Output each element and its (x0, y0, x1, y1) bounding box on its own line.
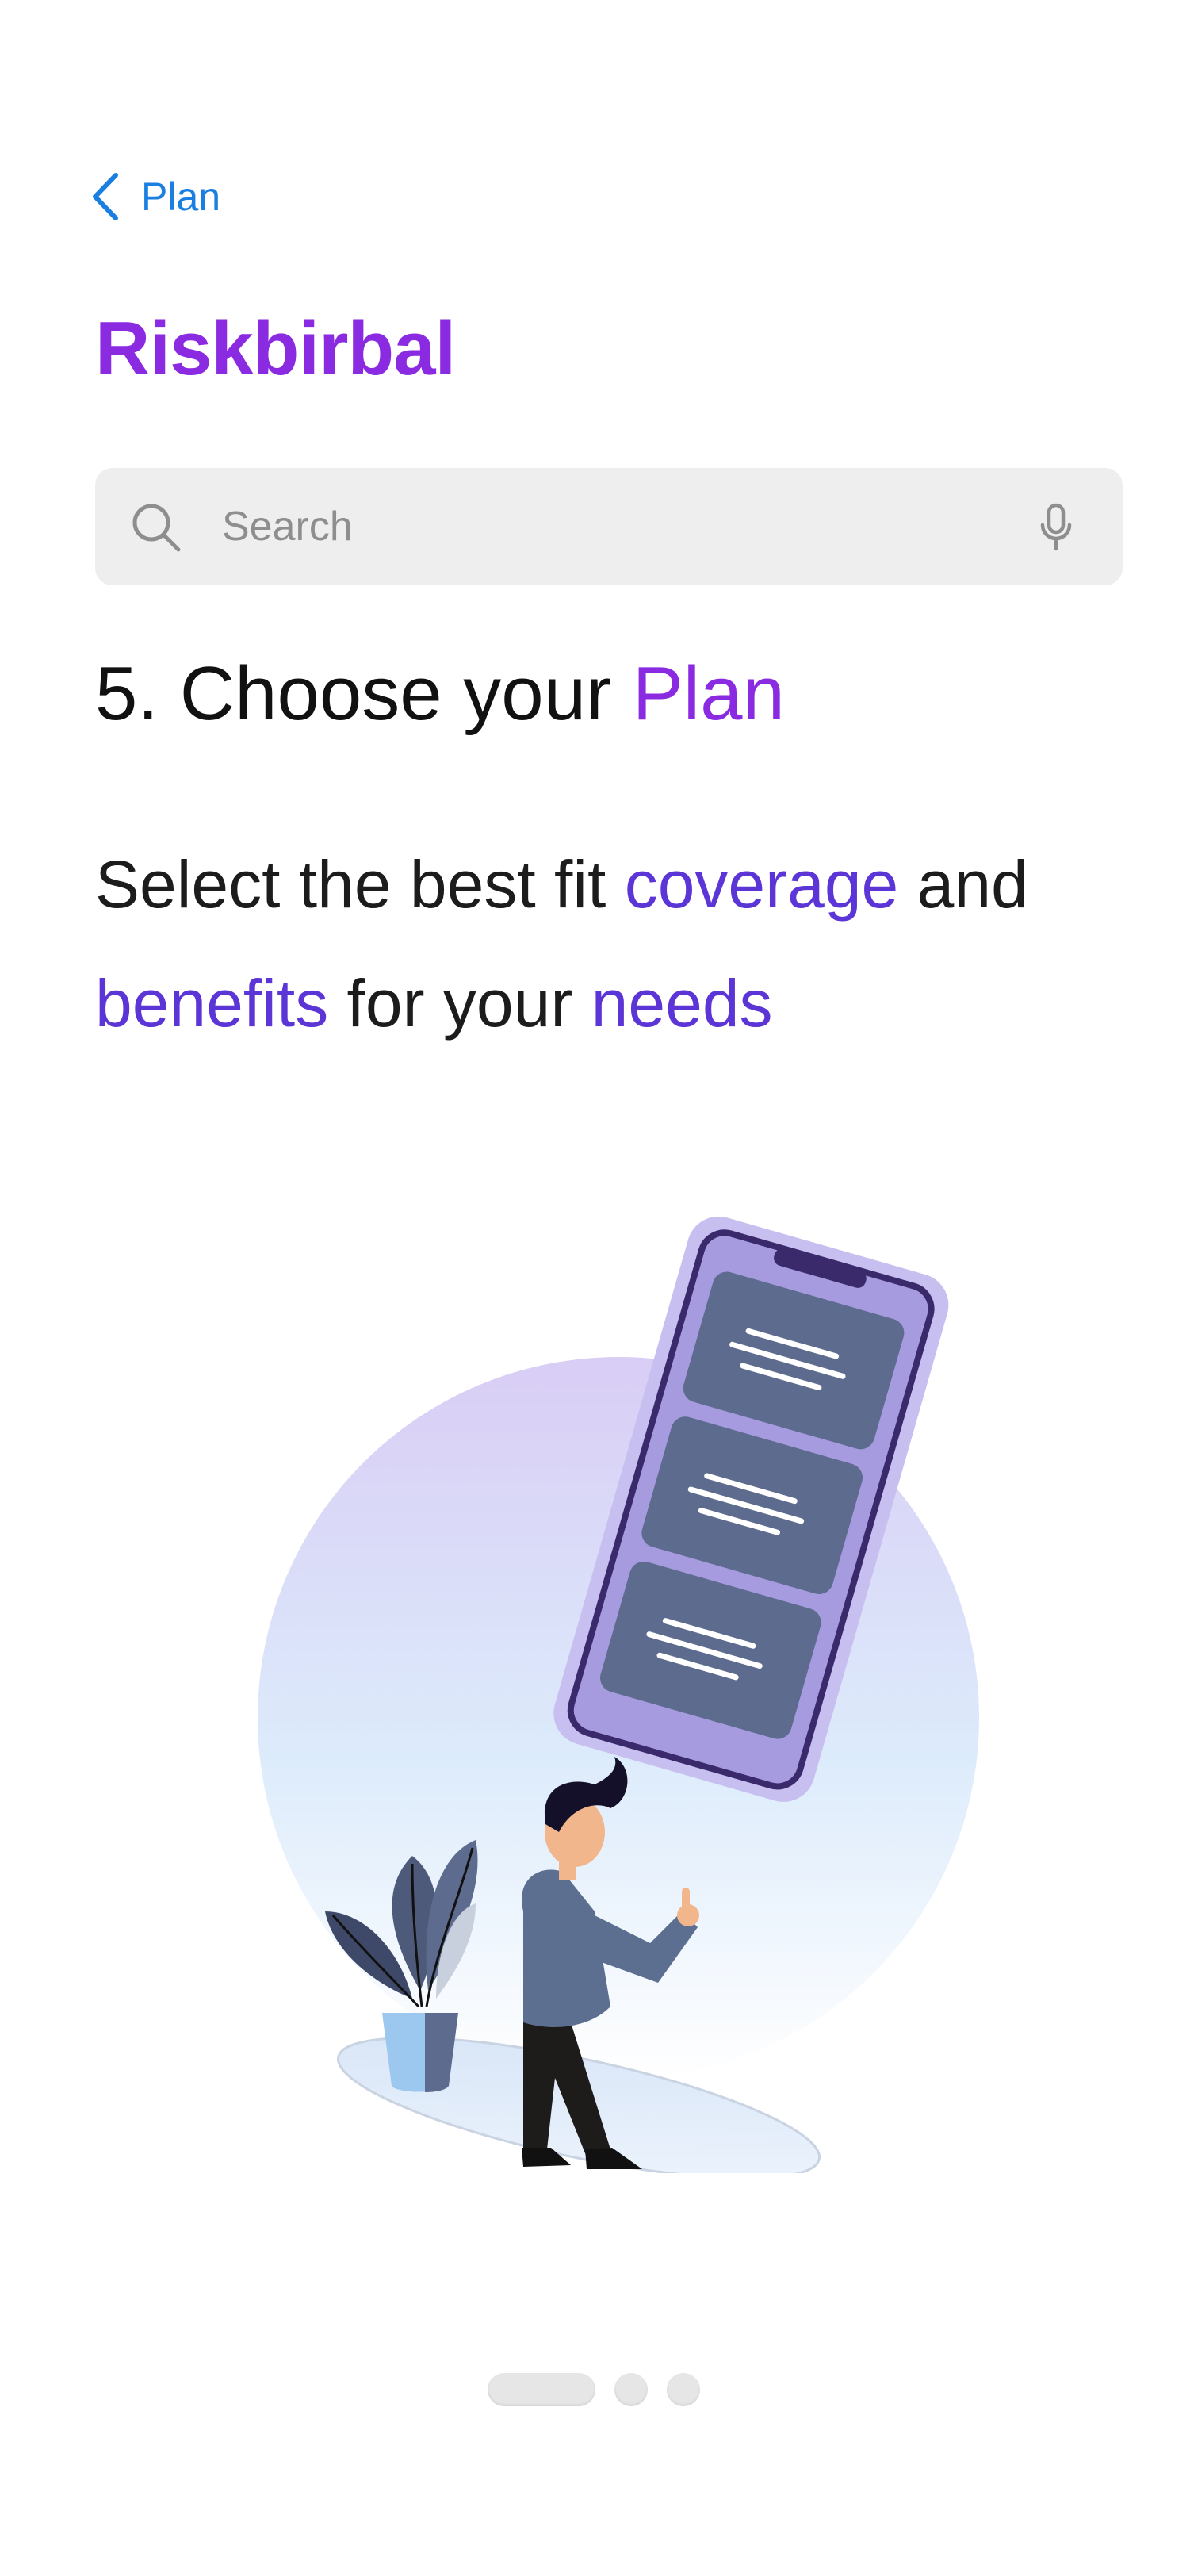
pager-dot-1[interactable] (488, 2373, 595, 2406)
pager-dot-2[interactable] (614, 2373, 648, 2406)
desc-accent-needs: needs (591, 966, 773, 1041)
desc-accent-benefits: benefits (95, 966, 329, 1041)
desc-part-2: and (898, 847, 1028, 922)
search-input[interactable]: Search (222, 468, 353, 585)
step-heading-accent: Plan (632, 651, 785, 736)
microphone-icon[interactable] (1039, 503, 1073, 556)
page-indicator (488, 2371, 700, 2408)
search-bar[interactable]: Search (95, 468, 1123, 585)
step-heading-prefix: 5. Choose your (95, 651, 633, 736)
back-button[interactable]: Plan (89, 165, 220, 228)
plan-selection-illustration (238, 1198, 999, 2179)
desc-part-1: Select the best fit (95, 847, 625, 922)
search-icon (130, 501, 182, 558)
desc-part-3: for your (328, 966, 591, 1041)
desc-accent-coverage: coverage (624, 847, 899, 922)
chevron-left-icon (89, 171, 121, 223)
step-description: Select the best fit coverage and benefit… (95, 825, 1142, 1063)
step-heading: 5. Choose your Plan (95, 650, 785, 738)
pager-dot-3[interactable] (667, 2373, 700, 2406)
back-label: Plan (141, 174, 221, 219)
page-title: Riskbirbal (95, 306, 456, 391)
